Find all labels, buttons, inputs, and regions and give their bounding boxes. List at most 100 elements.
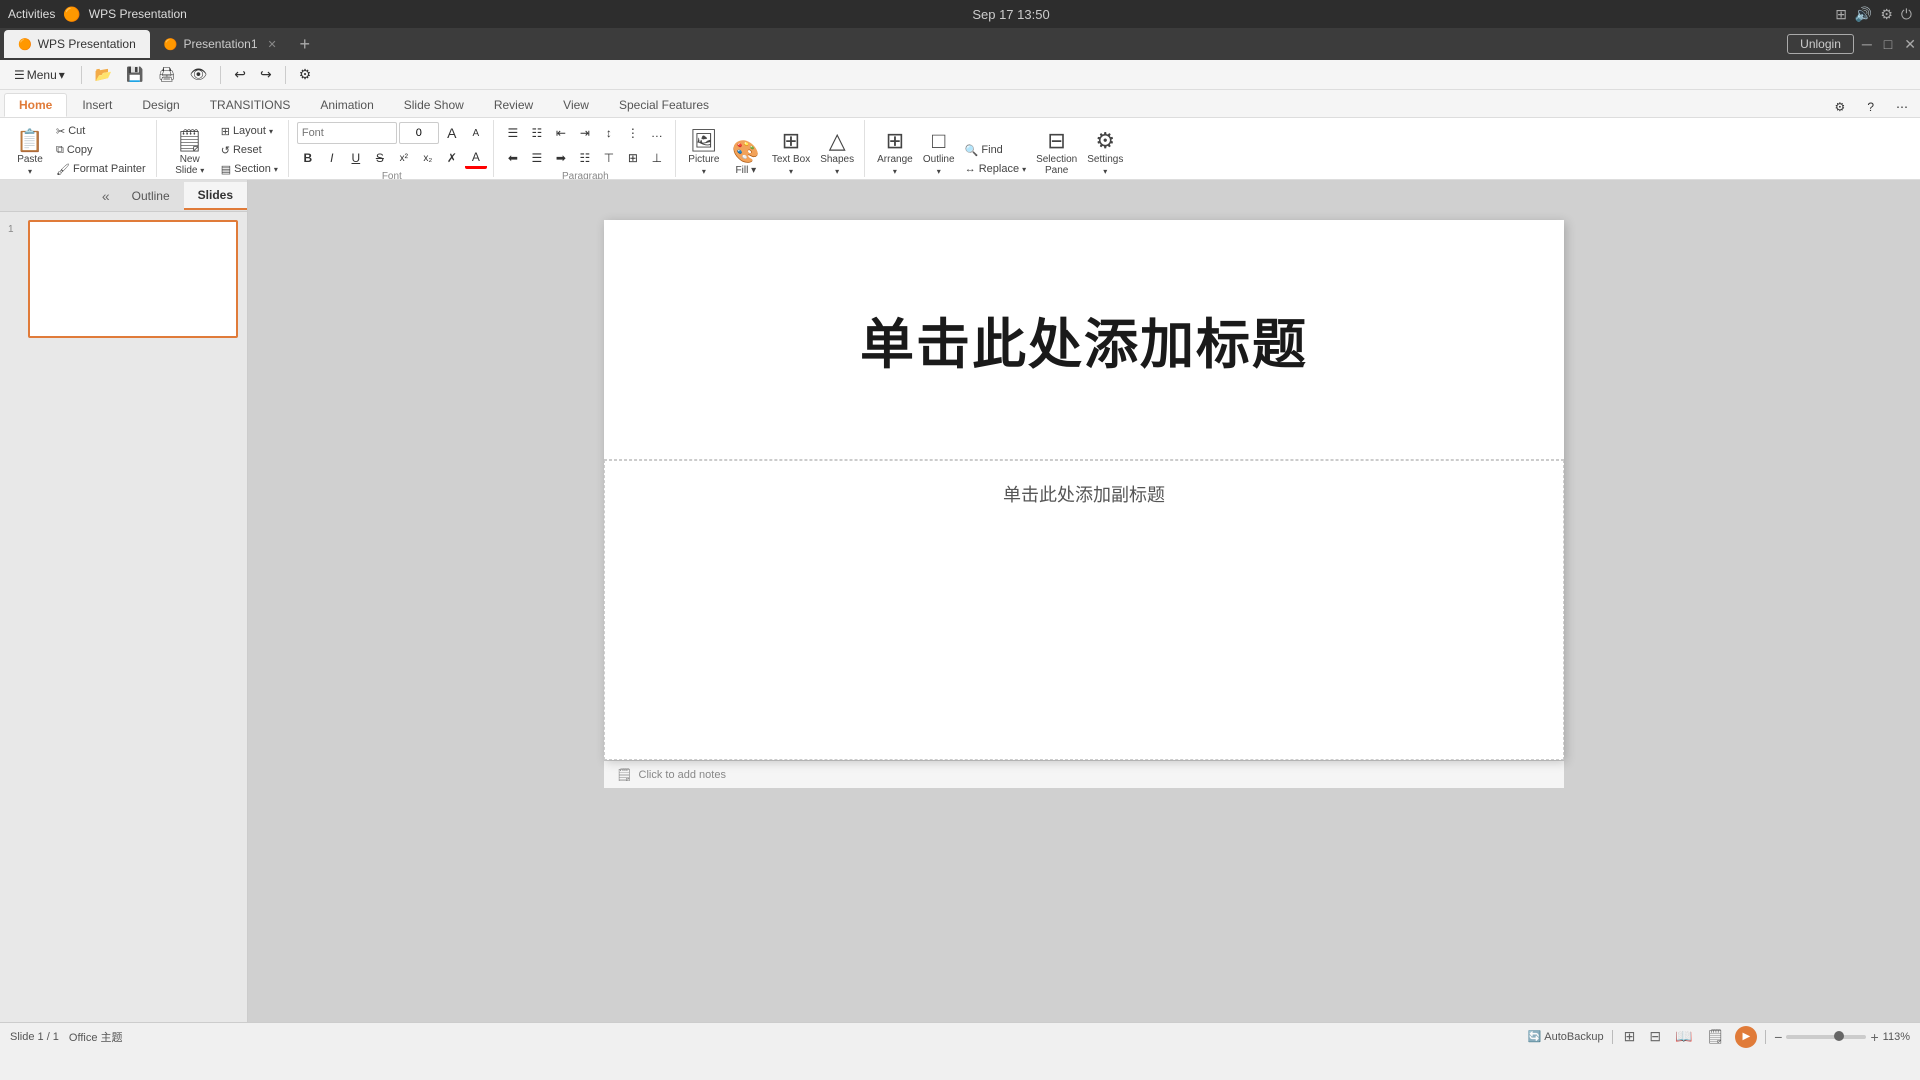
tab-presentation1[interactable]: 🟠 Presentation1 ✕ — [150, 30, 291, 58]
decrease-indent-btn[interactable]: ⇤ — [550, 122, 572, 144]
replace-button[interactable]: ↔ Replace ▾ — [961, 160, 1030, 178]
line-spacing-btn[interactable]: ↕ — [598, 122, 620, 144]
italic-button[interactable]: I — [321, 147, 343, 169]
close-btn[interactable]: ✕ — [1904, 36, 1916, 53]
slide-sorter-btn[interactable]: ⊟ — [1646, 1028, 1664, 1045]
reading-view-btn[interactable]: 📖 — [1672, 1028, 1695, 1045]
shapes-button[interactable]: △ Shapes ▾ — [816, 122, 858, 178]
activities-label[interactable]: Activities — [8, 7, 55, 21]
tab-animation[interactable]: Animation — [305, 93, 388, 117]
numbered-list-btn[interactable]: ☷ — [526, 122, 548, 144]
notes-view-btn[interactable]: 🗒 — [1704, 1028, 1728, 1045]
slide-title-area[interactable]: 单击此处添加标题 — [604, 220, 1564, 460]
slide-thumb-image-1[interactable] — [28, 220, 238, 338]
subscript-button[interactable]: x₂ — [417, 147, 439, 169]
outline-button[interactable]: □ Outline ▾ — [919, 122, 959, 178]
slides-tab[interactable]: Slides — [184, 182, 247, 210]
tab-view[interactable]: View — [548, 93, 604, 117]
tab-special[interactable]: Special Features — [604, 93, 724, 117]
underline-button[interactable]: U — [345, 147, 367, 169]
bold-button[interactable]: B — [297, 147, 319, 169]
ribbon-help-btn[interactable]: ? — [1859, 97, 1882, 117]
tab-insert[interactable]: Insert — [67, 93, 127, 117]
notes-placeholder[interactable]: Click to add notes — [639, 769, 726, 781]
zoom-level[interactable]: 113% — [1883, 1031, 1910, 1043]
print-preview-btn[interactable]: 👁 — [184, 64, 212, 85]
new-slide-button[interactable]: 🗒 NewSlide ▾ — [165, 122, 215, 178]
layout-button[interactable]: ⊞ Layout ▾ — [217, 122, 282, 140]
reset-button[interactable]: ↺ Reset — [217, 141, 282, 159]
undo-btn[interactable]: ↩ — [229, 64, 251, 85]
font-size-grow-btn[interactable]: A — [441, 122, 463, 144]
settings-icon[interactable]: ⚙ — [1880, 6, 1893, 23]
ribbon-option-btn[interactable]: ⚙ — [1827, 97, 1854, 117]
align-justify-btn[interactable]: ☷ — [574, 147, 596, 169]
align-top-btn[interactable]: ⊤ — [598, 147, 620, 169]
copy-button[interactable]: ⧉ Copy — [52, 141, 150, 159]
align-center-btn[interactable]: ☰ — [526, 147, 548, 169]
panel-collapse-btn[interactable]: « — [94, 188, 118, 204]
tab-design[interactable]: Design — [127, 93, 194, 117]
redo-btn[interactable]: ↪ — [255, 64, 277, 85]
align-bottom-btn[interactable]: ⊥ — [646, 147, 668, 169]
align-middle-btn[interactable]: ⊞ — [622, 147, 644, 169]
strikethrough-button[interactable]: S — [369, 147, 391, 169]
font-size-input[interactable] — [399, 122, 439, 144]
format-painter-button[interactable]: 🖌 Format Painter — [52, 160, 150, 178]
para-more-btn[interactable]: … — [646, 122, 668, 144]
find-button[interactable]: 🔍 Find — [961, 141, 1030, 159]
print-btn[interactable]: 🖨 — [153, 64, 181, 85]
font-color-btn[interactable]: A — [465, 147, 487, 169]
outline-tab[interactable]: Outline — [118, 183, 184, 209]
superscript-button[interactable]: x² — [393, 147, 415, 169]
tab-close-btn[interactable]: ✕ — [268, 38, 277, 51]
slide-canvas[interactable]: 单击此处添加标题 单击此处添加副标题 — [604, 220, 1564, 760]
slide-thumbnail-1[interactable]: 1 — [8, 220, 239, 338]
paste-button[interactable]: 📋 Paste ▾ — [10, 122, 50, 178]
zoom-slider[interactable] — [1786, 1035, 1866, 1039]
tab-slideshow[interactable]: Slide Show — [389, 93, 479, 117]
font-name-input[interactable] — [297, 122, 397, 144]
selection-pane-button[interactable]: ⊟ SelectionPane — [1032, 122, 1081, 178]
zoom-in-btn[interactable]: + — [1870, 1029, 1878, 1045]
tab-wps-presentation[interactable]: 🟠 WPS Presentation — [4, 30, 150, 58]
tab-review[interactable]: Review — [479, 93, 548, 117]
save-btn[interactable]: 💾 — [121, 64, 148, 85]
extra-btn[interactable]: ⚙ — [294, 64, 317, 85]
section-button[interactable]: ▤ Section ▾ — [217, 160, 282, 178]
theme-info: Office 主题 — [69, 1029, 123, 1045]
picture-button[interactable]: 🖼 Picture ▾ — [684, 122, 724, 178]
fill-button[interactable]: 🎨 Fill ▾ — [726, 122, 766, 178]
zoom-out-btn[interactable]: − — [1774, 1029, 1782, 1045]
bullet-list-btn[interactable]: ☰ — [502, 122, 524, 144]
align-right-btn[interactable]: ➡ — [550, 147, 572, 169]
settings-icon: ⚙ — [1095, 130, 1115, 152]
columns-btn[interactable]: ⋮ — [622, 122, 644, 144]
settings-button[interactable]: ⚙ Settings ▾ — [1083, 122, 1127, 178]
clear-format-btn[interactable]: ✗ — [441, 147, 463, 169]
tab-home[interactable]: Home — [4, 93, 67, 117]
minimize-btn[interactable]: ─ — [1862, 36, 1872, 52]
unlogin-button[interactable]: Unlogin — [1787, 34, 1854, 54]
play-button[interactable]: ▶ — [1735, 1026, 1757, 1048]
autobackup-label[interactable]: 🔄 AutoBackup — [1528, 1030, 1604, 1043]
font-size-shrink-btn[interactable]: A — [465, 122, 487, 144]
normal-view-btn[interactable]: ⊞ — [1621, 1028, 1639, 1045]
sound-icon[interactable]: 🔊 — [1855, 6, 1872, 23]
menu-button[interactable]: ☰ Menu ▾ — [6, 65, 73, 85]
ribbon-more-btn[interactable]: ⋯ — [1888, 97, 1916, 117]
slide-subtitle-area[interactable]: 单击此处添加副标题 — [604, 460, 1564, 760]
cut-button[interactable]: ✂ Cut — [52, 122, 150, 140]
power-icon[interactable]: ⏻ — [1901, 6, 1912, 23]
open-btn[interactable]: 📂 — [90, 64, 117, 85]
tab-transitions[interactable]: TRANSITIONS — [195, 93, 306, 117]
network-icon[interactable]: ⊞ — [1835, 6, 1847, 23]
align-left-btn[interactable]: ⬅ — [502, 147, 524, 169]
arrange-button[interactable]: ⊞ Arrange ▾ — [873, 122, 917, 178]
tab-add-btn[interactable]: + — [291, 30, 319, 58]
text-box-button[interactable]: ⊞ Text Box ▾ — [768, 122, 814, 178]
increase-indent-btn[interactable]: ⇥ — [574, 122, 596, 144]
slide-title-text[interactable]: 单击此处添加标题 — [860, 300, 1308, 379]
slide-subtitle-text[interactable]: 单击此处添加副标题 — [1003, 481, 1165, 507]
maximize-btn[interactable]: □ — [1884, 36, 1892, 52]
